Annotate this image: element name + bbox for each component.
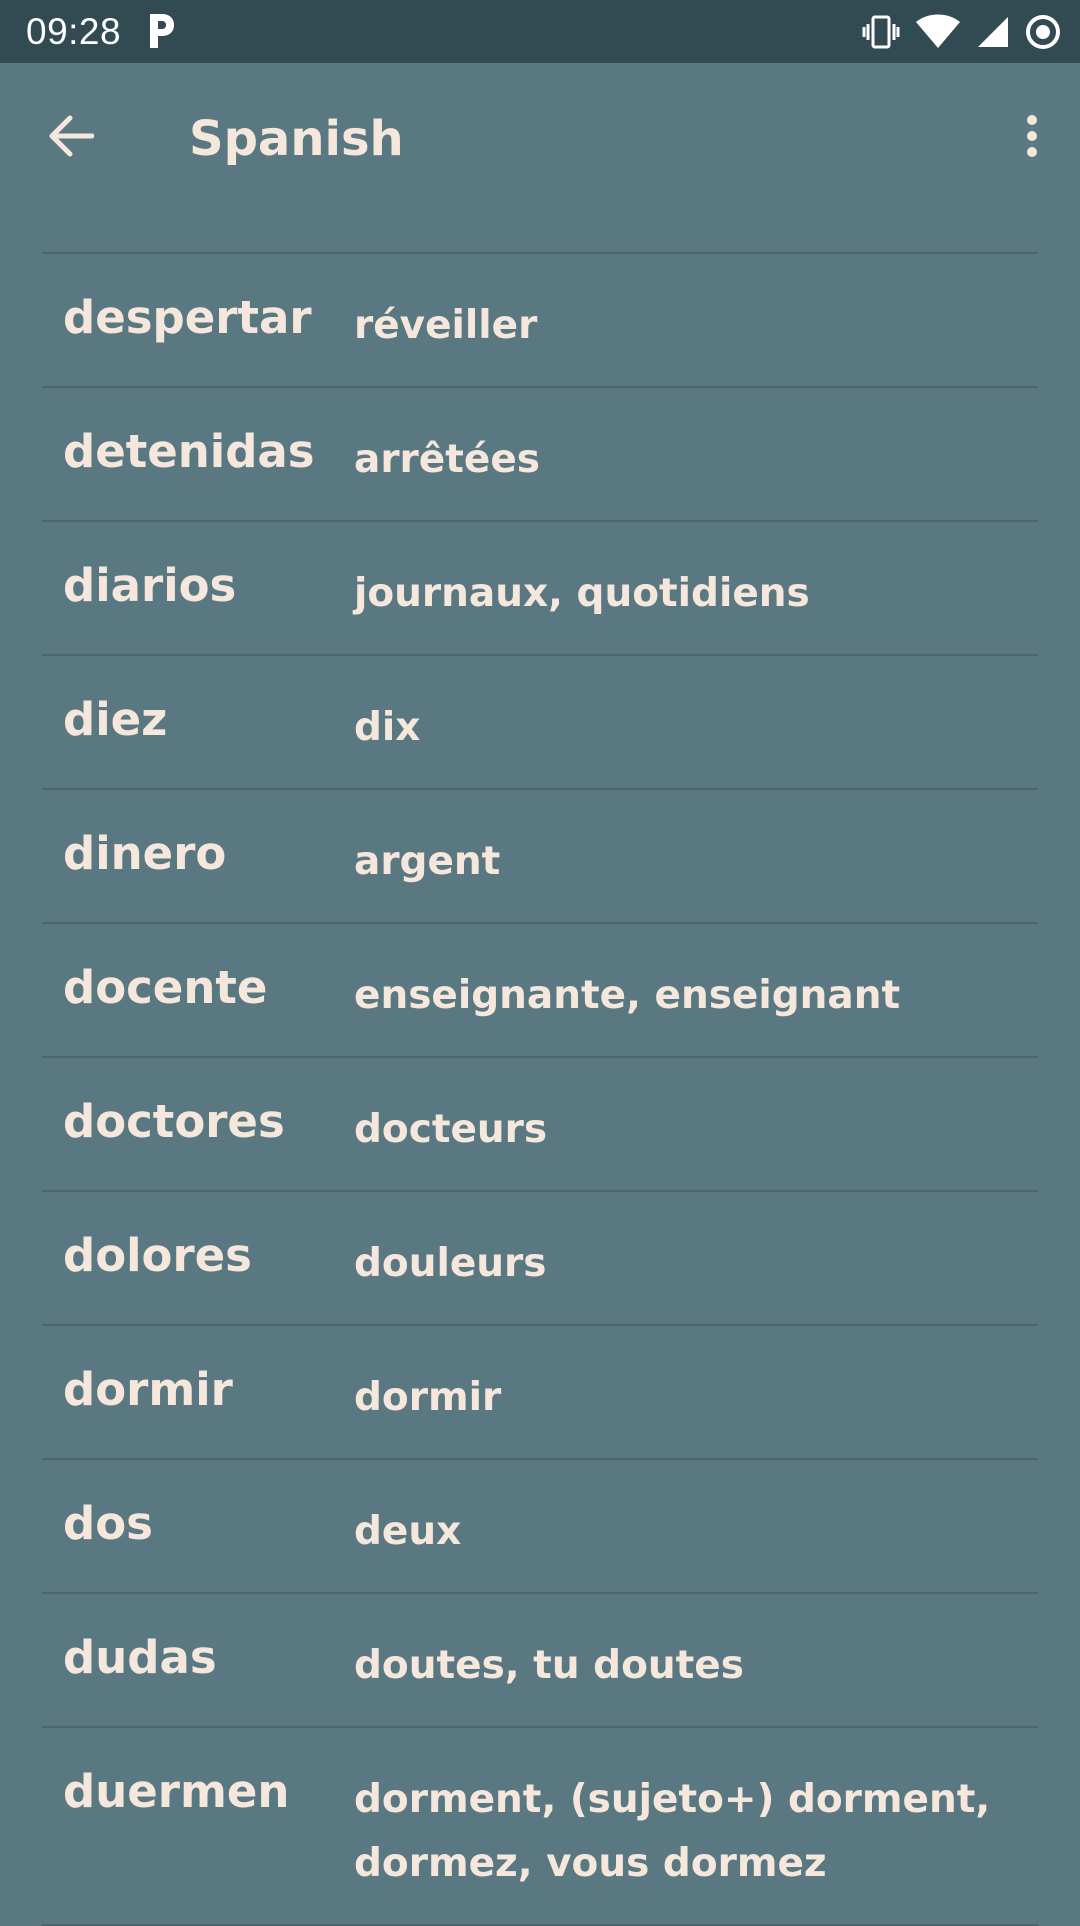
- word-row[interactable]: dolores douleurs: [42, 1192, 1038, 1326]
- word-row[interactable]: detenidas arrêtées: [42, 388, 1038, 522]
- word-row[interactable]: docente enseignante, enseignant: [42, 924, 1038, 1058]
- french-translation: argent: [354, 839, 501, 884]
- french-translation: arrêtées: [354, 437, 540, 482]
- status-time: 09:28: [26, 11, 122, 52]
- back-button[interactable]: [36, 103, 106, 173]
- french-translation: dorment, (sujeto+) dorment, dormez, vous…: [354, 1777, 991, 1886]
- spanish-word: dinero: [63, 827, 227, 880]
- french-translation: enseignante, enseignant: [354, 973, 901, 1018]
- word-row[interactable]: diez dix: [42, 656, 1038, 790]
- spanish-word: docente: [63, 961, 268, 1014]
- french-translation: deux: [354, 1509, 462, 1554]
- french-translation: dormir: [354, 1375, 502, 1420]
- spanish-word: detenidas: [63, 425, 315, 478]
- spanish-word: diez: [63, 693, 168, 746]
- french-translation: doutes, tu doutes: [354, 1643, 744, 1688]
- word-row[interactable]: dormir dormir: [42, 1326, 1038, 1460]
- spanish-word: diarios: [63, 559, 237, 612]
- status-icons: [862, 9, 1062, 55]
- word-row[interactable]: duermen dorment, (sujeto+) dorment, dorm…: [42, 1728, 1038, 1926]
- french-translation: réveiller: [354, 303, 538, 348]
- word-list: descenso descente, baisse despertar réve…: [42, 160, 1038, 1926]
- spanish-word: despertar: [63, 291, 312, 344]
- more-vert-icon: [1026, 114, 1038, 162]
- french-translation: dix: [354, 705, 421, 750]
- spanish-word: doctores: [63, 1095, 285, 1148]
- spanish-word: dormir: [63, 1363, 233, 1416]
- app-bar: Spanish: [0, 63, 1080, 213]
- sync-icon: [1024, 13, 1062, 51]
- spanish-word: dolores: [63, 1229, 252, 1282]
- word-row[interactable]: doctores docteurs: [42, 1058, 1038, 1192]
- word-row[interactable]: dudas doutes, tu doutes: [42, 1594, 1038, 1728]
- arrow-back-icon: [48, 113, 95, 163]
- spanish-word: dos: [63, 1497, 153, 1550]
- status-bar: 09:28: [0, 0, 1080, 63]
- word-row[interactable]: dinero argent: [42, 790, 1038, 924]
- word-row[interactable]: dos deux: [42, 1460, 1038, 1594]
- word-row[interactable]: despertar réveiller: [42, 254, 1038, 388]
- word-row[interactable]: diarios journaux, quotidiens: [42, 522, 1038, 656]
- page-title: Spanish: [189, 111, 404, 167]
- overflow-menu-button[interactable]: [1004, 103, 1060, 173]
- vibrate-icon: [862, 13, 900, 51]
- french-translation: journaux, quotidiens: [354, 571, 810, 616]
- parking-icon: [146, 12, 176, 50]
- wifi-icon: [914, 14, 962, 50]
- spanish-word: duermen: [63, 1765, 290, 1818]
- spanish-word: dudas: [63, 1631, 217, 1684]
- cell-signal-icon: [976, 15, 1010, 49]
- french-translation: douleurs: [354, 1241, 547, 1286]
- french-translation: docteurs: [354, 1107, 548, 1152]
